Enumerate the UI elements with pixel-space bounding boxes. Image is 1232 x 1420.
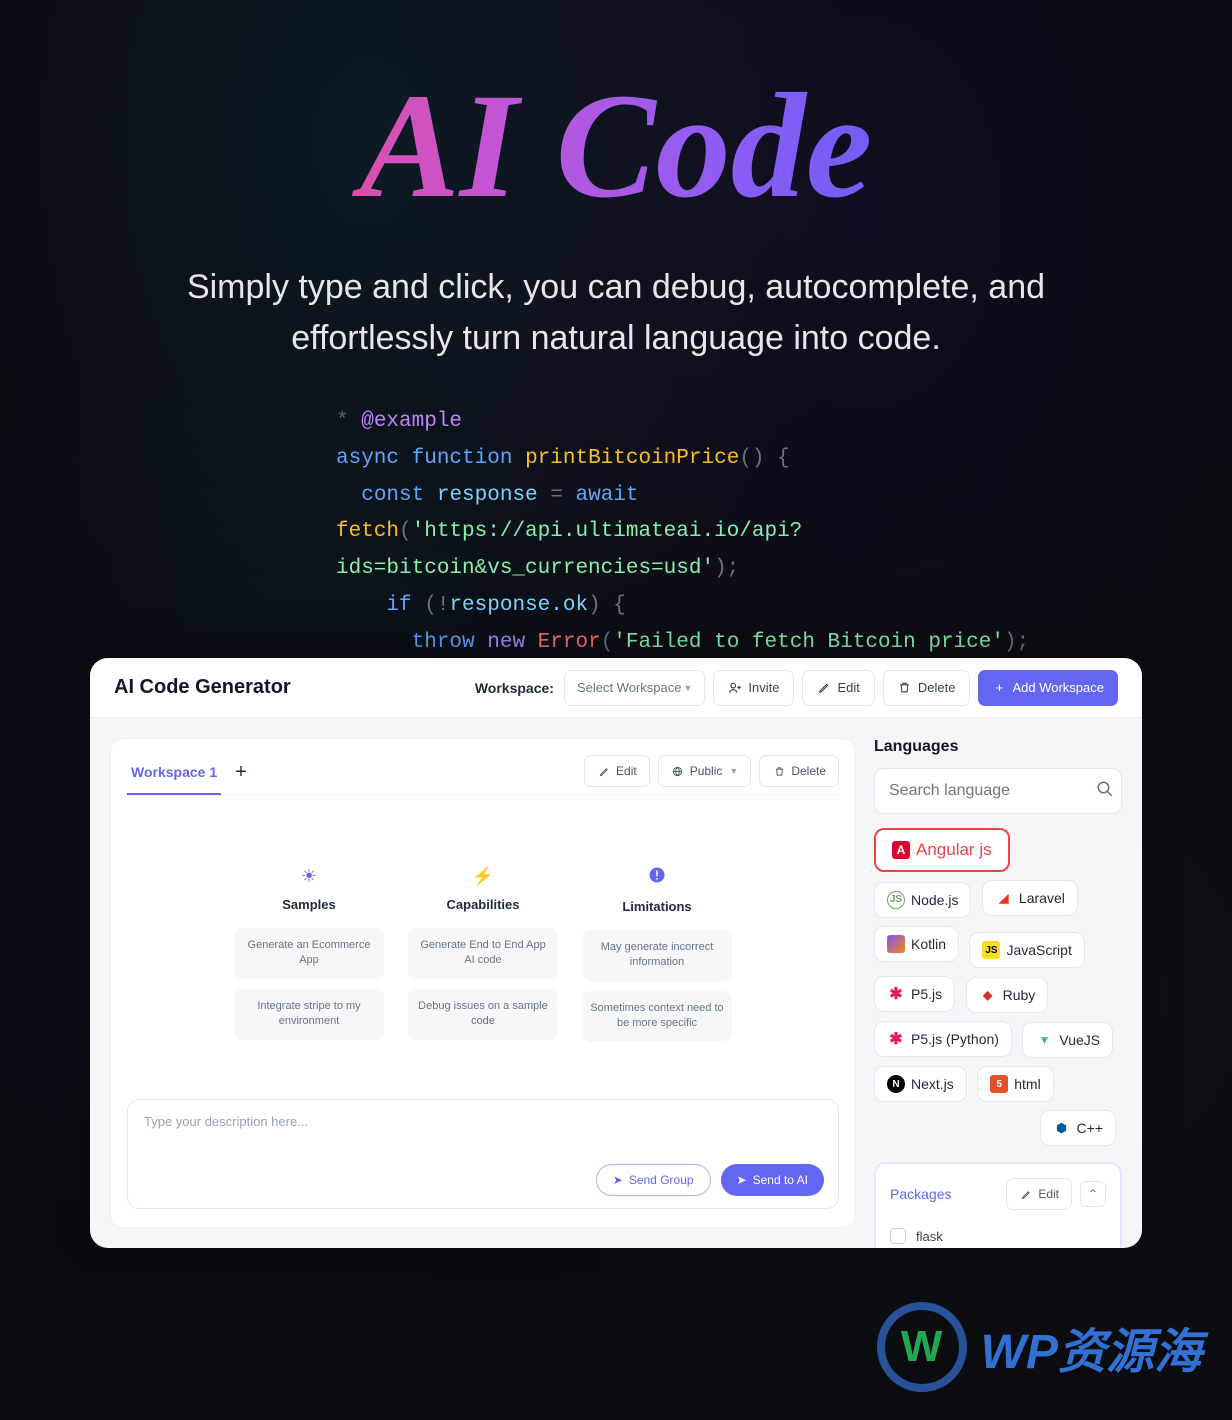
language-chip-laravel[interactable]: ◢Laravel bbox=[982, 880, 1078, 916]
limitations-column: Limitations May generate incorrect infor… bbox=[582, 866, 732, 1052]
languages-title: Languages bbox=[874, 738, 1122, 756]
search-icon bbox=[1096, 780, 1114, 803]
limitations-title: Limitations bbox=[622, 899, 691, 914]
globe-icon bbox=[671, 764, 685, 778]
plus-icon: + bbox=[992, 681, 1006, 695]
language-chip-vue[interactable]: ▼VueJS bbox=[1022, 1022, 1113, 1058]
ruby-icon: ◆ bbox=[979, 986, 997, 1004]
chevron-down-icon: ▼ bbox=[683, 683, 692, 693]
checkbox[interactable] bbox=[890, 1228, 906, 1244]
language-chip-cpp[interactable]: ⬢C++ bbox=[1040, 1110, 1116, 1146]
tab-public-button[interactable]: Public ▼ bbox=[658, 755, 752, 787]
language-chip-kotlin[interactable]: Kotlin bbox=[874, 926, 959, 962]
search-input[interactable] bbox=[889, 782, 1096, 800]
capability-item[interactable]: Generate End to End App AI code bbox=[408, 928, 558, 979]
app-window: AI Code Generator Workspace: Select Work… bbox=[90, 658, 1142, 1248]
add-workspace-button[interactable]: + Add Workspace bbox=[978, 670, 1118, 706]
bolt-icon: ⚡ bbox=[472, 866, 494, 887]
add-tab-button[interactable]: + bbox=[235, 761, 247, 790]
pencil-icon bbox=[1019, 1187, 1033, 1201]
capabilities-title: Capabilities bbox=[447, 897, 520, 912]
hero-subtitle: Simply type and click, you can debug, au… bbox=[126, 262, 1106, 364]
pencil-icon bbox=[817, 681, 831, 695]
trash-icon bbox=[772, 764, 786, 778]
language-chip-ruby[interactable]: ◆Ruby bbox=[966, 977, 1049, 1013]
sample-item[interactable]: Generate an Ecommerce App bbox=[234, 928, 384, 979]
capability-item[interactable]: Debug issues on a sample code bbox=[408, 989, 558, 1040]
angular-icon: A bbox=[892, 841, 910, 859]
samples-title: Samples bbox=[282, 897, 335, 912]
tabs-row: Workspace 1 + Edit Public ▼ Delete bbox=[127, 755, 839, 796]
send-group-button[interactable]: ➤ Send Group bbox=[596, 1164, 711, 1196]
p5-icon: ✱ bbox=[887, 1030, 905, 1048]
pencil-icon bbox=[597, 764, 611, 778]
vue-icon: ▼ bbox=[1035, 1031, 1053, 1049]
tab-workspace-1[interactable]: Workspace 1 bbox=[127, 756, 221, 794]
language-chip-node[interactable]: JSNode.js bbox=[874, 882, 971, 918]
language-chip-next[interactable]: NNext.js bbox=[874, 1066, 967, 1102]
packages-edit-button[interactable]: Edit bbox=[1006, 1178, 1072, 1210]
code-snippet: * @example async function printBitcoinPr… bbox=[156, 404, 1076, 661]
prompt-input[interactable]: Type your description here... ➤ Send Gro… bbox=[127, 1099, 839, 1209]
send-icon: ➤ bbox=[613, 1173, 623, 1187]
input-placeholder: Type your description here... bbox=[144, 1114, 822, 1129]
html-icon: 5 bbox=[990, 1075, 1008, 1093]
trash-icon bbox=[898, 681, 912, 695]
packages-title: Packages bbox=[890, 1186, 951, 1202]
javascript-icon: JS bbox=[982, 941, 1000, 959]
edit-button[interactable]: Edit bbox=[802, 670, 874, 706]
chevron-down-icon: ▼ bbox=[729, 766, 738, 776]
chevron-up-icon: ⌃ bbox=[1088, 1187, 1098, 1201]
sample-item[interactable]: Integrate stripe to my environment bbox=[234, 989, 384, 1040]
package-item[interactable]: flask bbox=[890, 1222, 1106, 1248]
capabilities-column: ⚡ Capabilities Generate End to End App A… bbox=[408, 866, 558, 1052]
collapse-button[interactable]: ⌃ bbox=[1080, 1181, 1106, 1207]
p5-icon: ✱ bbox=[887, 985, 905, 1003]
alert-icon bbox=[648, 866, 666, 889]
sun-icon: ☀ bbox=[301, 866, 317, 887]
cards-area: ☀ Samples Generate an Ecommerce App Inte… bbox=[127, 866, 839, 1052]
user-plus-icon bbox=[728, 681, 742, 695]
limitation-item: May generate incorrect information bbox=[582, 930, 732, 981]
app-header: AI Code Generator Workspace: Select Work… bbox=[90, 658, 1142, 718]
laravel-icon: ◢ bbox=[995, 889, 1013, 907]
cpp-icon: ⬢ bbox=[1053, 1119, 1071, 1137]
language-chip-html[interactable]: 5html bbox=[977, 1066, 1053, 1102]
workspace-select[interactable]: Select Workspace ▼ bbox=[564, 670, 705, 706]
packages-panel: Packages Edit ⌃ flask flask-restx flask-… bbox=[874, 1162, 1122, 1248]
main-panel: Workspace 1 + Edit Public ▼ Delete bbox=[110, 738, 856, 1228]
node-icon: JS bbox=[887, 891, 905, 909]
language-chip-javascript[interactable]: JSJavaScript bbox=[969, 932, 1084, 968]
send-to-ai-button[interactable]: ➤ Send to AI bbox=[721, 1164, 824, 1196]
language-chip-angular[interactable]: A Angular js bbox=[874, 828, 1010, 872]
send-icon: ➤ bbox=[737, 1173, 747, 1187]
limitation-item: Sometimes context need to be more specif… bbox=[582, 991, 732, 1042]
hero-title: AI Code bbox=[0, 60, 1232, 232]
tab-edit-button[interactable]: Edit bbox=[584, 755, 650, 787]
tab-delete-button[interactable]: Delete bbox=[759, 755, 839, 787]
app-title: AI Code Generator bbox=[114, 676, 291, 699]
next-icon: N bbox=[887, 1075, 905, 1093]
language-chip-p5[interactable]: ✱P5.js bbox=[874, 976, 955, 1012]
kotlin-icon bbox=[887, 935, 905, 953]
delete-button[interactable]: Delete bbox=[883, 670, 971, 706]
watermark: WP资源海 bbox=[877, 1302, 1202, 1392]
samples-column: ☀ Samples Generate an Ecommerce App Inte… bbox=[234, 866, 384, 1052]
language-chip-p5python[interactable]: ✱P5.js (Python) bbox=[874, 1021, 1012, 1057]
languages-panel: Languages A Angular js JSNode.js ◢Larave… bbox=[874, 738, 1122, 1228]
workspace-label: Workspace: bbox=[475, 680, 554, 696]
language-search[interactable] bbox=[874, 768, 1122, 814]
invite-button[interactable]: Invite bbox=[713, 670, 794, 706]
watermark-logo bbox=[877, 1302, 967, 1392]
